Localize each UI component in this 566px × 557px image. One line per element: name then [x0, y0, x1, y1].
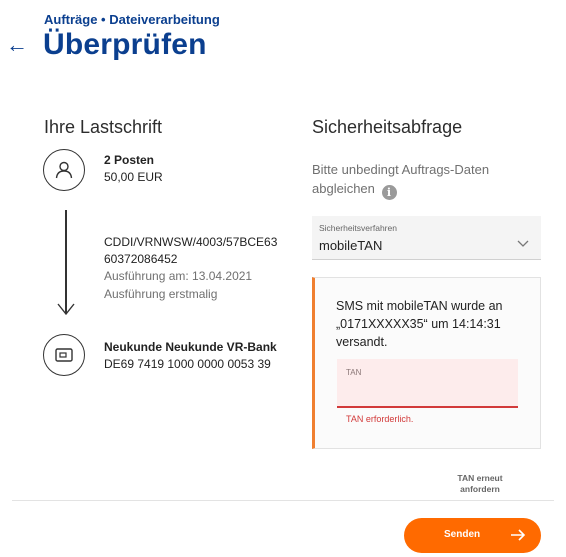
recipient-iban: DE69 7419 1000 0000 0053 39: [104, 357, 271, 371]
page-title: Überprüfen: [43, 28, 207, 61]
security-hint: Bitte unbedingt Auftrags-Daten abgleiche…: [312, 160, 522, 200]
divider: [12, 500, 554, 501]
breadcrumb: Aufträge • Dateiverarbeitung: [44, 12, 220, 27]
chevron-down-icon: [517, 235, 529, 253]
tan-field-label: TAN: [346, 368, 362, 377]
reference-line-1: CDDI/VRNWSW/4003/57BCE63: [104, 235, 278, 249]
tan-field[interactable]: TAN: [337, 359, 518, 408]
tan-error-message: TAN erforderlich.: [346, 414, 414, 424]
info-icon[interactable]: i: [381, 185, 397, 200]
execution-date: Ausführung am: 13.04.2021: [104, 269, 253, 283]
send-label: Senden: [444, 529, 481, 540]
arrow-down-icon: [56, 302, 76, 321]
posten-amount: 50,00 EUR: [104, 170, 163, 184]
person-icon: [43, 149, 85, 191]
security-heading: Sicherheitsabfrage: [312, 117, 463, 137]
arrow-right-icon: [510, 527, 526, 546]
back-arrow-icon[interactable]: ←: [6, 32, 28, 58]
resend-tan-link[interactable]: TAN erneut anfordern: [445, 473, 515, 495]
sms-notice: SMS mit mobileTAN wurde an „0171XXXXX35“…: [336, 299, 503, 349]
security-method-label: Sicherheitsverfahren: [319, 223, 397, 233]
card-icon: [43, 334, 85, 376]
debit-heading: Ihre Lastschrift: [44, 117, 163, 137]
security-hint-text: Bitte unbedingt Auftrags-Daten abgleiche…: [312, 162, 490, 196]
tan-input[interactable]: [343, 379, 515, 403]
posten-count: 2 Posten: [104, 153, 155, 167]
tan-panel: SMS mit mobileTAN wurde an „0171XXXXX35“…: [312, 277, 541, 449]
send-button[interactable]: Senden: [404, 518, 541, 553]
reference-line-2: 60372086452: [104, 252, 178, 266]
recipient-name: Neukunde Neukunde VR-Bank: [104, 340, 277, 354]
execution-type: Ausführung erstmalig: [104, 287, 218, 301]
security-method-select[interactable]: Sicherheitsverfahren mobileTAN: [312, 216, 541, 260]
flow-line: [65, 210, 67, 314]
security-method-value: mobileTAN: [319, 238, 383, 253]
